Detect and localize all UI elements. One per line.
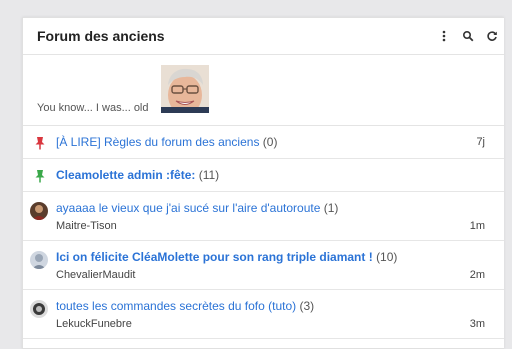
topic-link[interactable]: toutes les commandes secrètes du fofo (t…: [56, 299, 314, 313]
widget-header: Forum des anciens: [23, 18, 504, 55]
header-actions: [432, 18, 504, 54]
old-man-meme-image: [161, 65, 209, 113]
refresh-icon[interactable]: [480, 24, 504, 48]
forum-title: Forum des anciens: [37, 28, 165, 44]
topic-time: 1m: [469, 220, 485, 232]
topic-link[interactable]: Cleamolette admin :fête: (11): [56, 168, 219, 182]
user-avatar[interactable]: [30, 251, 48, 269]
topic-link[interactable]: Ici on félicite CléaMolette pour son ran…: [56, 250, 397, 264]
topic-link[interactable]: ayaaaa le vieux que j'ai sucé sur l'aire…: [56, 201, 338, 215]
topic-row[interactable]: Ici on félicite CléaMolette pour son ran…: [23, 241, 504, 290]
topic-link[interactable]: [À LIRE] Règles du forum des anciens (0): [56, 135, 277, 149]
topic-row[interactable]: toutes les commandes secrètes du fofo (t…: [23, 290, 504, 339]
topic-time: 2m: [469, 269, 485, 281]
topic-time: 3m: [469, 318, 485, 330]
more-vert-icon[interactable]: [432, 24, 456, 48]
user-avatar[interactable]: [30, 202, 48, 220]
topic-author[interactable]: ChevalierMaudit: [56, 269, 135, 281]
forum-widget: Forum des anciens You know... I was... o…: [22, 17, 504, 349]
topic-author[interactable]: LekuckFunebre: [56, 318, 132, 330]
user-avatar[interactable]: [30, 300, 48, 318]
topic-row[interactable]: ayaaaa le vieux que j'ai sucé sur l'aire…: [23, 192, 504, 241]
pin-icon: [35, 170, 45, 183]
search-icon[interactable]: [456, 24, 480, 48]
pin-icon: [35, 137, 45, 150]
banner: You know... I was... old: [23, 55, 504, 126]
topic-time: 7j: [476, 136, 485, 148]
topic-row[interactable]: [À LIRE] Règles du forum des anciens (0)…: [23, 126, 504, 159]
topic-author[interactable]: Maitre-Tison: [56, 220, 117, 232]
banner-caption: You know... I was... old: [37, 102, 149, 114]
topic-row[interactable]: Cleamolette admin :fête: (11): [23, 159, 504, 192]
